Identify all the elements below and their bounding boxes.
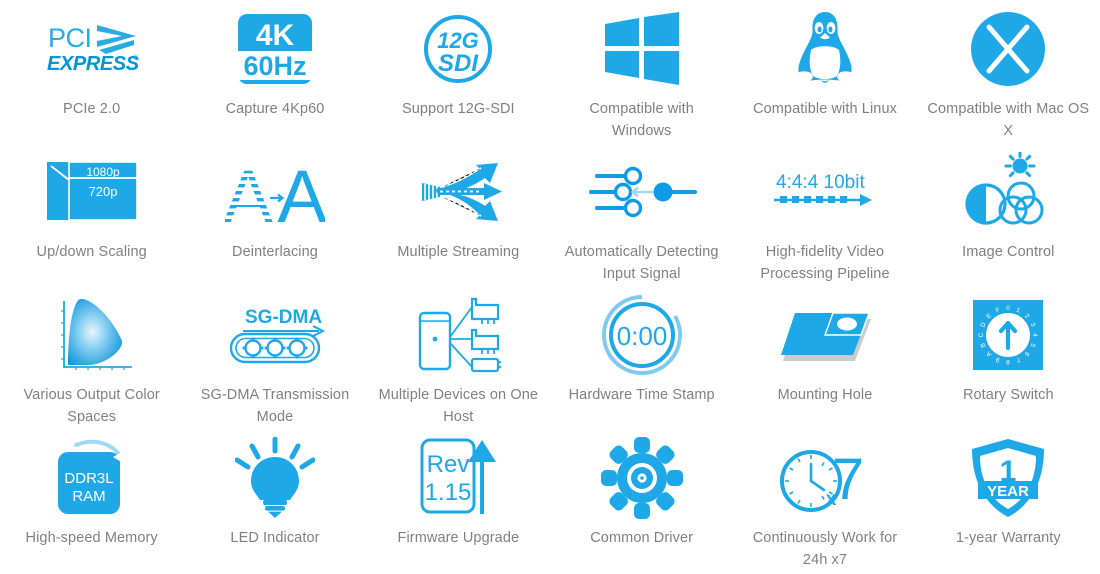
feature-item-sg-dma-mode[interactable]: SG-DMA SG-DMA Transmission Mode [183,288,366,431]
sg-dma-gears-icon: SG-DMA [189,294,360,376]
12g-sdi-circle-icon: 12G SDI [373,8,544,90]
feature-label: Support 12G-SDI [401,101,515,117]
svg-text:8: 8 [1006,358,1010,365]
svg-text:PCI: PCI [48,23,92,53]
multiple-streaming-arrows-icon [373,151,544,233]
feature-label: High-speed Memory [25,530,158,546]
svg-text:YEAR: YEAR [987,483,1029,500]
brightness-color-wheels-icon [923,151,1094,233]
ddr3l-ram-chip-icon: DDR3L RAM [6,437,177,519]
svg-text:EXPRESS: EXPRESS [47,53,140,75]
feature-label: Compatible with Linux [753,101,897,117]
svg-text:RAM: RAM [72,488,105,505]
multi-device-host-icon [373,294,544,376]
warranty-shield-icon: 1 YEAR [923,437,1094,519]
light-bulb-icon [189,437,360,519]
feature-item-compatible-macosx[interactable]: Compatible with Mac OS X [917,2,1100,145]
firmware-revision-arrow-icon: Rev 1.15 [373,437,544,519]
4k-60hz-badge-icon: 4K 60Hz [189,8,360,90]
feature-item-continuous-work[interactable]: 7 x Continuously Work for 24h x7 [733,431,916,574]
feature-label: Automatically Detecting Input Signal [564,244,719,282]
svg-text:1080p: 1080p [86,165,120,179]
feature-label: Up/down Scaling [36,244,147,260]
feature-item-hardware-time-stamp[interactable]: 0:00 Hardware Time Stamp [550,288,733,431]
feature-item-multiple-streaming[interactable]: Multiple Streaming [367,145,550,288]
svg-text:SDI: SDI [438,50,479,77]
pci-express-logo-icon: PCI EXPRESS ® [6,8,177,90]
feature-item-common-driver[interactable]: Common Driver [550,431,733,574]
feature-item-deinterlacing[interactable]: A A Deinterlacing [183,145,366,288]
mounting-hole-plate-icon [739,294,910,376]
feature-label: Compatible with Mac OS X [927,101,1090,139]
feature-item-high-fidelity-pipeline[interactable]: 4:4:4 10bit High-fidelity Video Processi… [733,145,916,288]
feature-item-one-year-warranty[interactable]: 1 YEAR 1-year Warranty [917,431,1100,574]
feature-label: Deinterlacing [232,244,318,260]
feature-label: Multiple Devices on One Host [378,387,539,425]
svg-text:A: A [225,155,273,230]
feature-item-rotary-switch[interactable]: 0 1 2 3 4 5 6 7 8 9 A B C D E F Rotary S… [917,288,1100,431]
feature-item-led-indicator[interactable]: LED Indicator [183,431,366,574]
svg-text:®: ® [133,54,139,62]
feature-item-high-speed-memory[interactable]: DDR3L RAM High-speed Memory [0,431,183,574]
svg-text:4K: 4K [256,19,295,52]
feature-item-multiple-devices-one-host[interactable]: Multiple Devices on One Host [367,288,550,431]
feature-item-up-down-scaling[interactable]: 1080p 720p Up/down Scaling [0,145,183,288]
mac-os-x-circle-icon [923,8,1094,90]
feature-label: Firmware Upgrade [397,530,520,546]
feature-label: PCIe 2.0 [63,101,121,117]
feature-item-image-control[interactable]: Image Control [917,145,1100,288]
feature-label: SG-DMA Transmission Mode [200,387,350,425]
feature-grid: PCI EXPRESS ® PCIe 2.0 4K 60Hz Capture 4… [0,0,1100,572]
feature-item-mounting-hole[interactable]: Mounting Hole [733,288,916,431]
feature-item-pcie-2-0[interactable]: PCI EXPRESS ® PCIe 2.0 [0,2,183,145]
svg-text:A: A [277,155,325,230]
feature-item-output-color-spaces[interactable]: Various Output Color Spaces [0,288,183,431]
feature-item-compatible-windows[interactable]: Compatible with Windows [550,2,733,145]
svg-text:SG-DMA: SG-DMA [245,307,322,328]
deinterlacing-aa-icon: A A [189,151,360,233]
svg-text:DDR3L: DDR3L [64,470,113,487]
linux-penguin-icon [739,8,910,90]
feature-label: Image Control [962,244,1055,260]
feature-label: Rotary Switch [962,387,1054,403]
svg-text:0:00: 0:00 [616,321,667,351]
feature-label: Hardware Time Stamp [568,387,715,403]
feature-item-firmware-upgrade[interactable]: Rev 1.15 Firmware Upgrade [367,431,550,574]
feature-label: Continuously Work for 24h x7 [752,530,898,568]
color-gamut-chart-icon [6,294,177,376]
feature-label: High-fidelity Video Processing Pipeline [760,244,890,282]
feature-item-auto-detect-input[interactable]: Automatically Detecting Input Signal [550,145,733,288]
svg-text:0: 0 [1007,305,1011,312]
feature-item-support-12g-sdi[interactable]: 12G SDI Support 12G-SDI [367,2,550,145]
feature-label: 1-year Warranty [955,530,1061,546]
feature-label: Multiple Streaming [397,244,520,260]
windows-logo-icon [556,8,727,90]
feature-label: Compatible with Windows [589,101,694,139]
svg-text:4:4:4 10bit: 4:4:4 10bit [776,172,865,193]
feature-label: LED Indicator [230,530,320,546]
svg-text:C: C [978,332,985,337]
svg-text:x: x [826,489,837,510]
svg-text:720p: 720p [88,184,117,199]
svg-text:Rev: Rev [427,451,470,478]
feature-label: Various Output Color Spaces [23,387,160,425]
444-10bit-pipeline-icon: 4:4:4 10bit [739,151,910,233]
resolution-scaling-icon: 1080p 720p [6,151,177,233]
gear-cog-icon [556,437,727,519]
feature-label: Common Driver [590,530,694,546]
feature-item-capture-4kp60[interactable]: 4K 60Hz Capture 4Kp60 [183,2,366,145]
rotary-switch-dial-icon: 0 1 2 3 4 5 6 7 8 9 A B C D E F [923,294,1094,376]
signal-sliders-icon [556,151,727,233]
feature-label: Mounting Hole [777,387,873,403]
feature-item-compatible-linux[interactable]: Compatible with Linux [733,2,916,145]
clock-x7-icon: 7 x [739,437,910,519]
stopwatch-timer-icon: 0:00 [556,294,727,376]
svg-text:1.15: 1.15 [425,479,472,506]
svg-text:60Hz: 60Hz [243,51,306,81]
svg-text:7: 7 [832,447,864,512]
svg-text:4: 4 [1031,333,1038,337]
feature-label: Capture 4Kp60 [225,101,325,117]
